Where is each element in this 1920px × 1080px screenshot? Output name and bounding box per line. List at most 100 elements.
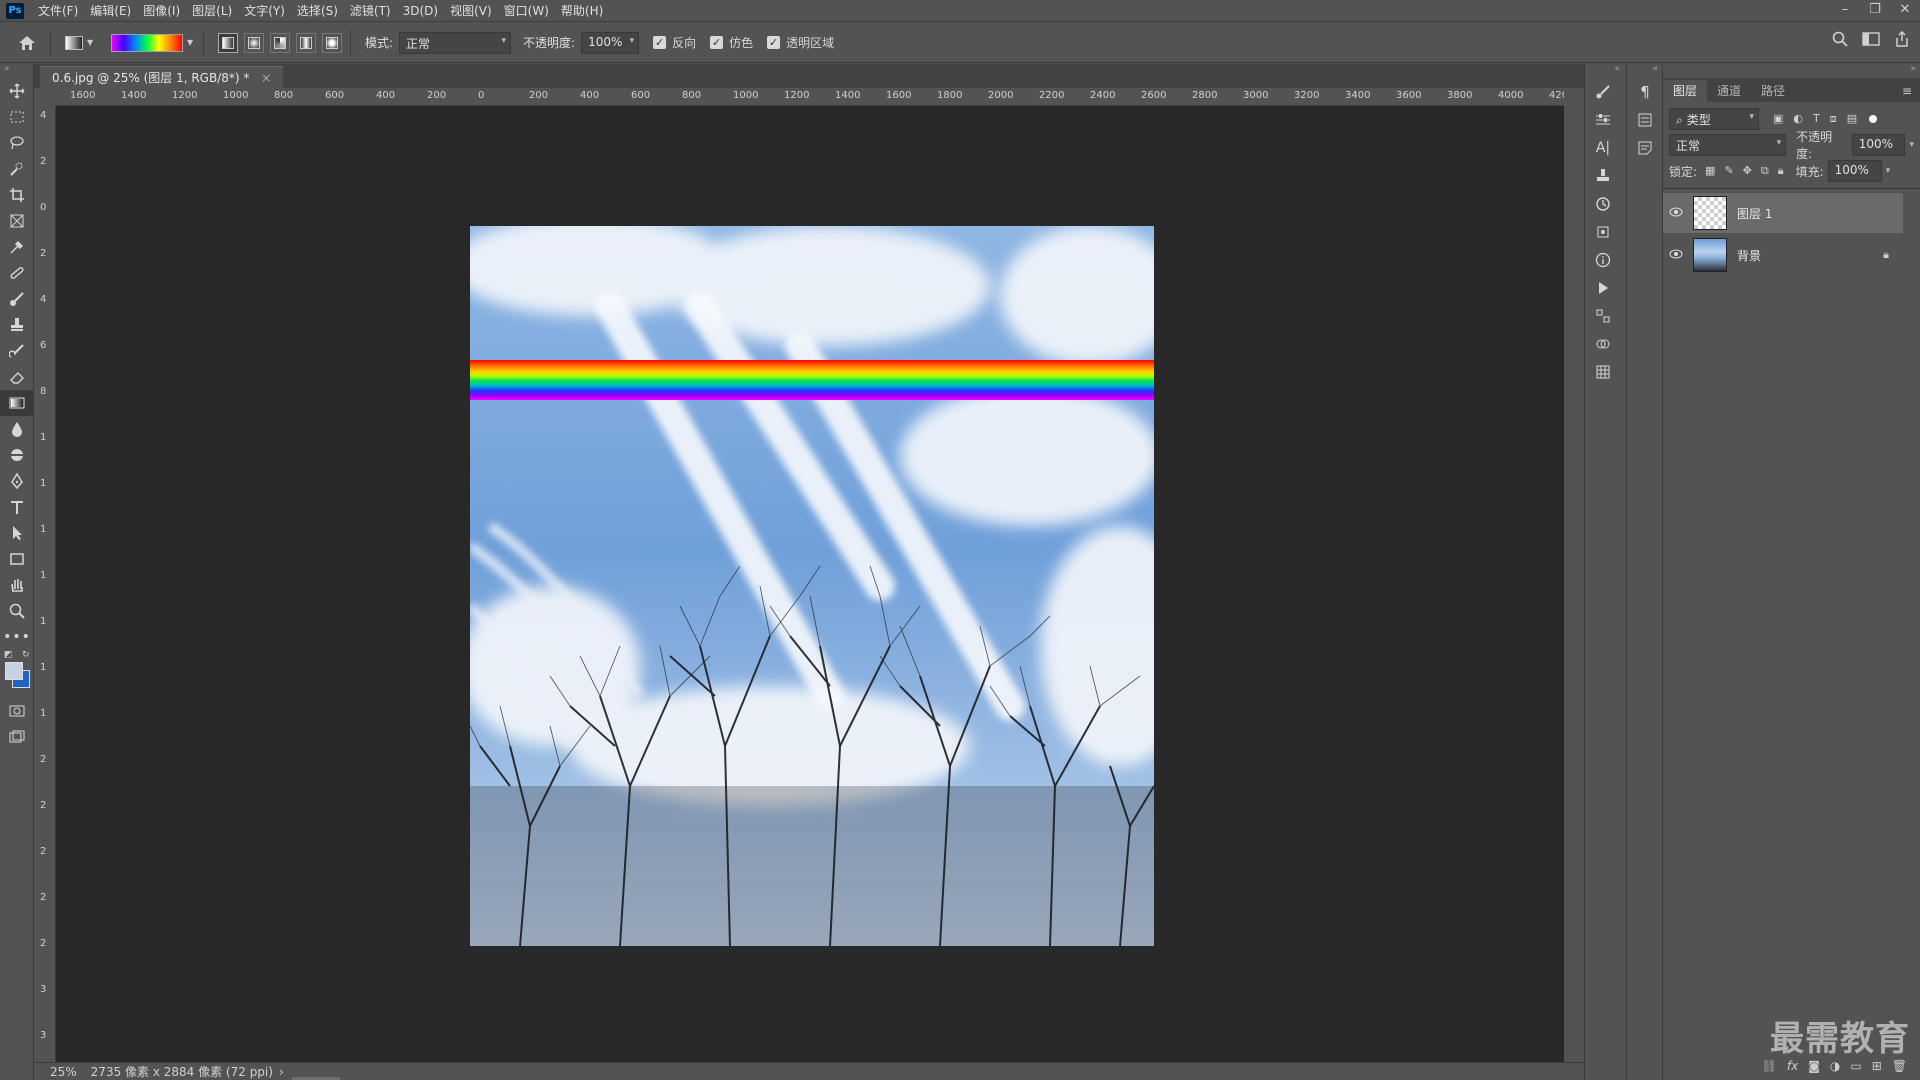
layer-row-layer1[interactable]: 图层 1 (1663, 193, 1903, 233)
workspace-icon[interactable] (1862, 31, 1880, 47)
swap-colors-icon[interactable]: ↻ (22, 650, 30, 660)
radial-gradient-button[interactable] (244, 32, 264, 53)
dither-checkbox[interactable]: ✓ (710, 36, 724, 49)
minimize-button[interactable]: – (1830, 0, 1860, 22)
mode-select[interactable]: 正常 ▾ (399, 31, 512, 54)
screen-mode-button[interactable] (0, 724, 34, 750)
menu-3d[interactable]: 3D(D) (397, 0, 444, 22)
clone-source-icon[interactable] (1585, 162, 1621, 190)
filter-pixel-icon[interactable]: ▣ (1773, 112, 1783, 126)
close-tab-icon[interactable]: × (261, 71, 271, 85)
zoom-tool[interactable] (0, 598, 34, 624)
lock-artboard-icon[interactable]: ⧉ (1761, 164, 1769, 178)
filter-toggle[interactable] (1869, 115, 1878, 123)
menu-layer[interactable]: 图层(L) (186, 0, 238, 22)
adjustments-icon[interactable] (1585, 106, 1621, 134)
channels-icon[interactable] (1585, 302, 1621, 330)
add-mask-icon[interactable]: ◙ (1808, 1059, 1820, 1073)
brush-settings-icon[interactable] (1585, 78, 1621, 106)
transparency-checkbox[interactable]: ✓ (767, 36, 781, 49)
menu-edit[interactable]: 编辑(E) (84, 0, 137, 22)
layer-style-icon[interactable]: fx (1787, 1059, 1798, 1073)
menu-view[interactable]: 视图(V) (444, 0, 498, 22)
menu-image[interactable]: 图像(I) (137, 0, 186, 22)
notes-icon[interactable] (1627, 134, 1663, 162)
menu-select[interactable]: 选择(S) (291, 0, 344, 22)
eraser-tool[interactable] (0, 364, 34, 390)
eyedropper-tool[interactable] (0, 234, 34, 260)
layer-name[interactable]: 背景 (1737, 247, 1761, 264)
restore-button[interactable]: ❐ (1860, 0, 1890, 22)
frame-tool[interactable] (0, 208, 34, 234)
pen-tool[interactable] (0, 468, 34, 494)
link-layers-icon[interactable]: ⛓ (1762, 1059, 1777, 1073)
type-tool[interactable] (0, 494, 34, 520)
layer-name[interactable]: 图层 1 (1737, 205, 1772, 222)
menu-type[interactable]: 文字(Y) (238, 0, 291, 22)
angle-gradient-button[interactable] (270, 32, 290, 53)
gradient-picker-chevron-icon[interactable]: ▼ (187, 38, 195, 47)
chevron-down-icon[interactable]: ▼ (87, 38, 95, 47)
lasso-tool[interactable] (0, 130, 34, 156)
menu-filter[interactable]: 滤镜(T) (344, 0, 397, 22)
paragraph-icon[interactable]: ¶ (1627, 78, 1663, 106)
menu-window[interactable]: 窗口(W) (498, 0, 555, 22)
clone-stamp-tool[interactable] (0, 312, 34, 338)
document-tab[interactable]: 0.6.jpg @ 25% (图层 1, RGB/8*) * × (40, 66, 284, 88)
panel-menu-icon[interactable]: ≡ (1894, 80, 1920, 102)
share-icon[interactable] (1894, 31, 1910, 47)
crop-tool[interactable] (0, 182, 34, 208)
visibility-eye-icon[interactable] (1663, 206, 1689, 220)
gradient-editor[interactable] (111, 33, 183, 52)
history-brush-tool[interactable] (0, 338, 34, 364)
actions-play-icon[interactable] (1585, 274, 1621, 302)
marquee-tool[interactable] (0, 104, 34, 130)
lock-all-icon[interactable]: 🔒︎ (1778, 164, 1784, 178)
home-button[interactable] (12, 28, 42, 58)
character-icon[interactable]: A| (1585, 134, 1621, 162)
fill-chevron-icon[interactable]: ▾ (1886, 166, 1891, 176)
brush-tool[interactable] (0, 286, 34, 312)
path-selection-tool[interactable] (0, 520, 34, 546)
foreground-color-swatch[interactable] (5, 662, 23, 680)
delete-layer-icon[interactable]: 🗑︎ (1892, 1059, 1907, 1073)
tool-preset-picker[interactable] (65, 35, 83, 50)
linear-gradient-button[interactable] (218, 32, 238, 53)
properties-icon[interactable] (1627, 106, 1663, 134)
lock-position-icon[interactable]: ✥ (1743, 164, 1752, 178)
menu-file[interactable]: 文件(F) (32, 0, 84, 22)
reflected-gradient-button[interactable] (296, 32, 316, 53)
move-tool[interactable] (0, 78, 34, 104)
new-layer-icon[interactable]: ⊞ (1872, 1059, 1882, 1073)
layer-row-background[interactable]: 背景 🔒︎ (1663, 235, 1903, 275)
menu-help[interactable]: 帮助(H) (555, 0, 609, 22)
3d-icon[interactable] (1585, 218, 1621, 246)
quick-mask-button[interactable] (0, 698, 34, 724)
edit-toolbar-button[interactable]: ••• (0, 624, 34, 650)
dodge-tool[interactable] (0, 442, 34, 468)
color-circles-icon[interactable] (1585, 330, 1621, 358)
gradient-tool[interactable] (0, 390, 34, 416)
history-icon[interactable] (1585, 190, 1621, 218)
diamond-gradient-button[interactable] (322, 32, 342, 53)
zoom-level[interactable]: 25% (34, 1065, 85, 1079)
document-canvas[interactable] (470, 226, 1154, 946)
tab-channels[interactable]: 通道 (1707, 80, 1751, 102)
filter-type-icon[interactable]: T (1813, 112, 1820, 126)
opacity-chevron-icon[interactable]: ▾ (1909, 140, 1914, 150)
layer-opacity-input[interactable]: 100% (1851, 134, 1906, 156)
tab-paths[interactable]: 路径 (1751, 80, 1795, 102)
rectangle-tool[interactable] (0, 546, 34, 572)
quick-selection-tool[interactable] (0, 156, 34, 182)
info-icon[interactable] (1585, 246, 1621, 274)
default-colors-icon[interactable]: ◩ (4, 650, 13, 660)
search-icon[interactable] (1832, 31, 1848, 47)
filter-shape-icon[interactable]: ⧈ (1830, 112, 1837, 126)
tab-layers[interactable]: 图层 (1663, 80, 1708, 102)
adjustment-layer-icon[interactable]: ◑ (1830, 1059, 1840, 1073)
fill-input[interactable]: 100% (1827, 160, 1882, 182)
close-window-button[interactable]: ✕ (1890, 0, 1920, 22)
healing-brush-tool[interactable] (0, 260, 34, 286)
blur-tool[interactable] (0, 416, 34, 442)
lock-pixels-icon[interactable]: ✎ (1724, 164, 1733, 178)
